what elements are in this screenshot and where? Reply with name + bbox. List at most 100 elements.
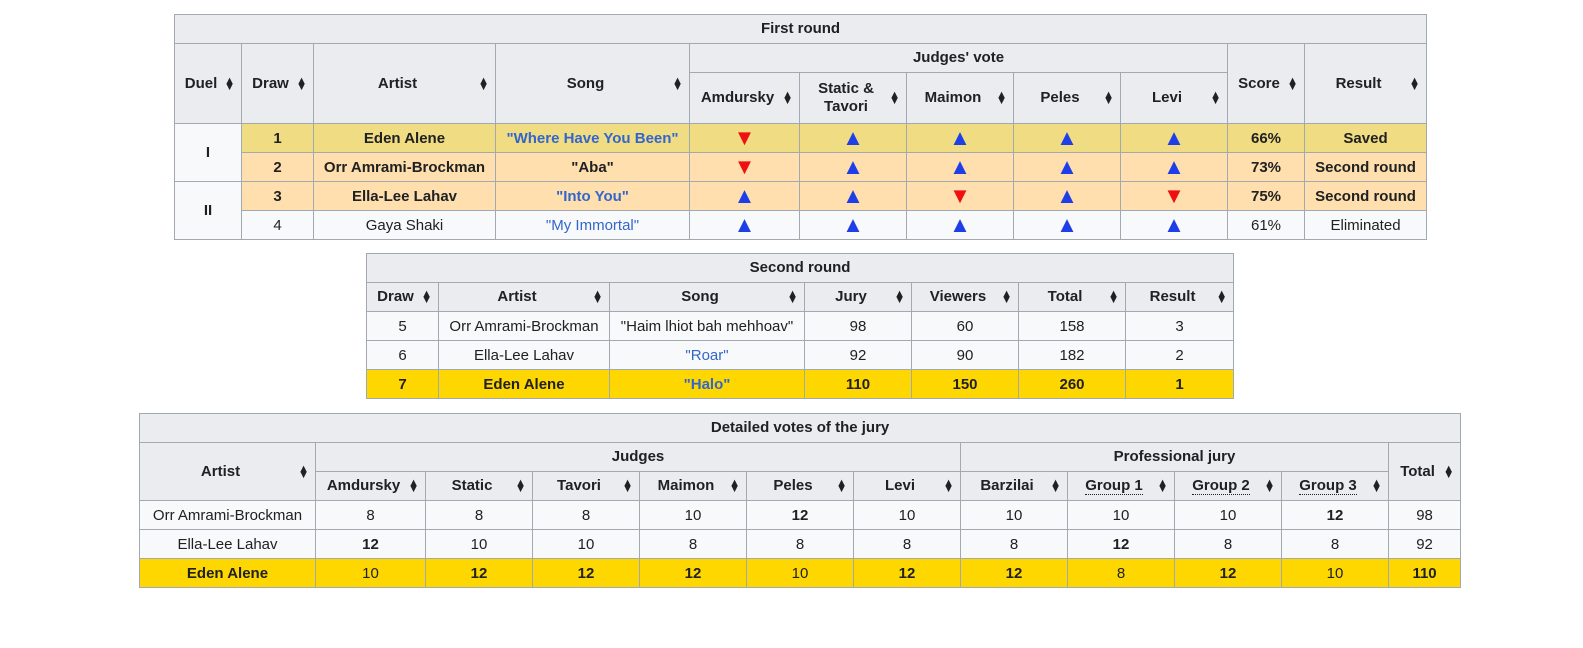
- vote-cell: ▼: [689, 123, 800, 153]
- sort-icon[interactable]: ▲ ▼: [672, 75, 683, 92]
- result-cell: Second round: [1303, 152, 1428, 182]
- table-row: II 3 Ella-Lee Lahav "Into You" ▲ ▲ ▼ ▲ ▼…: [174, 181, 1428, 240]
- table-row: 2 Orr Amrami-Brockman "Aba" ▼ ▲ ▲ ▲ ▲ 73…: [175, 152, 1428, 182]
- sort-icon[interactable]: ▲ ▼: [1103, 90, 1114, 107]
- draw-cell: 5: [366, 311, 439, 341]
- song-cell: "Aba": [495, 152, 690, 182]
- header-artist[interactable]: Artist ▲ ▼: [139, 442, 316, 501]
- header-barzilai[interactable]: Barzilai ▲ ▼: [960, 471, 1068, 501]
- sort-icon[interactable]: ▲ ▼: [296, 75, 307, 92]
- sort-icon[interactable]: ▲ ▼: [478, 75, 489, 92]
- song-link[interactable]: "Where Have You Been": [495, 123, 690, 153]
- sort-icon[interactable]: ▲ ▼: [408, 478, 419, 495]
- header-score[interactable]: Score ▲ ▼: [1227, 43, 1305, 124]
- header-peles[interactable]: Peles ▲ ▼: [1013, 72, 1121, 124]
- header-result[interactable]: Result ▲ ▼: [1303, 43, 1428, 124]
- sort-icon[interactable]: ▲ ▼: [1216, 289, 1227, 306]
- vote-cell: ▲: [1013, 181, 1121, 211]
- header-artist[interactable]: Artist ▲ ▼: [438, 282, 610, 312]
- vote-up-icon: ▲: [1056, 212, 1078, 237]
- sort-icon[interactable]: ▲ ▼: [1210, 90, 1221, 107]
- sort-icon[interactable]: ▲ ▼: [836, 478, 847, 495]
- artist-cell: Eden Alene: [139, 558, 316, 588]
- sort-icon[interactable]: ▲ ▼: [592, 289, 603, 306]
- vote-up-icon: ▲: [1163, 125, 1185, 150]
- vote-up-icon: ▲: [949, 125, 971, 150]
- sort-icon[interactable]: ▲ ▼: [1371, 478, 1382, 495]
- vote-cell: 10: [960, 500, 1068, 530]
- header-levi[interactable]: Levi ▲ ▼: [1120, 72, 1228, 124]
- sort-icon[interactable]: ▲ ▼: [996, 90, 1007, 107]
- sort-icon[interactable]: ▲ ▼: [1287, 75, 1298, 92]
- header-jury[interactable]: Jury ▲ ▼: [804, 282, 912, 312]
- sort-icon[interactable]: ▲ ▼: [298, 463, 309, 480]
- sort-icon[interactable]: ▲ ▼: [1443, 463, 1454, 480]
- sort-icon[interactable]: ▲ ▼: [787, 289, 798, 306]
- vote-down-icon: ▼: [1163, 183, 1185, 208]
- header-duel[interactable]: Duel ▲ ▼: [174, 43, 242, 124]
- header-draw[interactable]: Draw ▲ ▼: [366, 282, 439, 312]
- sort-icon[interactable]: ▲ ▼: [1001, 289, 1012, 306]
- header-levi[interactable]: Levi ▲ ▼: [853, 471, 961, 501]
- table-row: Orr Amrami-Brockman 8 8 8 10 12 10 10 10…: [139, 500, 1462, 530]
- vote-cell: 10: [425, 529, 533, 559]
- header-song[interactable]: Song ▲ ▼: [609, 282, 805, 312]
- vote-down-icon: ▼: [949, 183, 971, 208]
- duel-cell: I: [174, 123, 242, 182]
- sort-icon[interactable]: ▲ ▼: [1108, 289, 1119, 306]
- sort-icon[interactable]: ▲ ▼: [1157, 478, 1168, 495]
- sort-icon[interactable]: ▲ ▼: [515, 478, 526, 495]
- header-static-tavori[interactable]: Static & Tavori ▲ ▼: [799, 72, 907, 124]
- header-tavori[interactable]: Tavori ▲ ▼: [532, 471, 640, 501]
- header-peles[interactable]: Peles ▲ ▼: [746, 471, 854, 501]
- sort-icon[interactable]: ▲ ▼: [622, 478, 633, 495]
- vote-cell: 12: [315, 529, 426, 559]
- sort-icon[interactable]: ▲ ▼: [729, 478, 740, 495]
- sort-icon[interactable]: ▲ ▼: [889, 90, 900, 107]
- draw-cell: 6: [366, 340, 439, 370]
- vote-up-icon: ▲: [1056, 154, 1078, 179]
- header-draw[interactable]: Draw ▲ ▼: [241, 43, 314, 124]
- sort-icon[interactable]: ▲ ▼: [943, 478, 954, 495]
- header-group-1[interactable]: Group 1 ▲ ▼: [1067, 471, 1175, 501]
- vote-cell: ▼: [689, 152, 800, 182]
- sort-icon[interactable]: ▲ ▼: [1264, 478, 1275, 495]
- header-group-2[interactable]: Group 2 ▲ ▼: [1174, 471, 1282, 501]
- vote-cell: 8: [315, 500, 426, 530]
- jury-cell: 98: [804, 311, 912, 341]
- header-maimon[interactable]: Maimon ▲ ▼: [639, 471, 747, 501]
- vote-cell: 8: [853, 529, 961, 559]
- vote-cell: 8: [960, 529, 1068, 559]
- vote-cell: 10: [315, 558, 426, 588]
- vote-cell: 10: [639, 500, 747, 530]
- header-static[interactable]: Static ▲ ▼: [425, 471, 533, 501]
- vote-cell: 8: [532, 500, 640, 530]
- table-row: Eden Alene 10 12 12 12 10 12 12 8 12 10 …: [139, 558, 1462, 588]
- header-result[interactable]: Result ▲ ▼: [1124, 282, 1235, 312]
- vote-cell: ▼: [906, 181, 1014, 211]
- song-link[interactable]: "Roar": [609, 340, 805, 370]
- header-artist[interactable]: Artist ▲ ▼: [313, 43, 496, 124]
- song-link[interactable]: "Halo": [609, 369, 805, 399]
- header-amdursky[interactable]: Amdursky ▲ ▼: [689, 72, 800, 124]
- header-group-3[interactable]: Group 3 ▲ ▼: [1281, 471, 1389, 501]
- header-judges-vote: Judges' vote: [689, 43, 1228, 73]
- vote-cell: 12: [639, 558, 747, 588]
- sort-icon[interactable]: ▲ ▼: [1409, 75, 1420, 92]
- vote-cell: ▲: [799, 181, 907, 211]
- song-link[interactable]: "Into You": [495, 181, 690, 211]
- sort-icon[interactable]: ▲ ▼: [421, 289, 432, 306]
- header-viewers[interactable]: Viewers ▲ ▼: [911, 282, 1019, 312]
- header-total[interactable]: Total ▲ ▼: [1387, 442, 1462, 501]
- song-link[interactable]: "My Immortal": [495, 210, 690, 240]
- header-total[interactable]: Total ▲ ▼: [1018, 282, 1126, 312]
- header-maimon[interactable]: Maimon ▲ ▼: [906, 72, 1014, 124]
- header-amdursky[interactable]: Amdursky ▲ ▼: [315, 471, 426, 501]
- header-song[interactable]: Song ▲ ▼: [495, 43, 690, 124]
- header-judges: Judges: [315, 442, 961, 472]
- sort-icon[interactable]: ▲ ▼: [224, 75, 235, 92]
- vote-cell: 10: [853, 500, 961, 530]
- sort-icon[interactable]: ▲ ▼: [1050, 478, 1061, 495]
- sort-icon[interactable]: ▲ ▼: [894, 289, 905, 306]
- sort-icon[interactable]: ▲ ▼: [782, 90, 793, 107]
